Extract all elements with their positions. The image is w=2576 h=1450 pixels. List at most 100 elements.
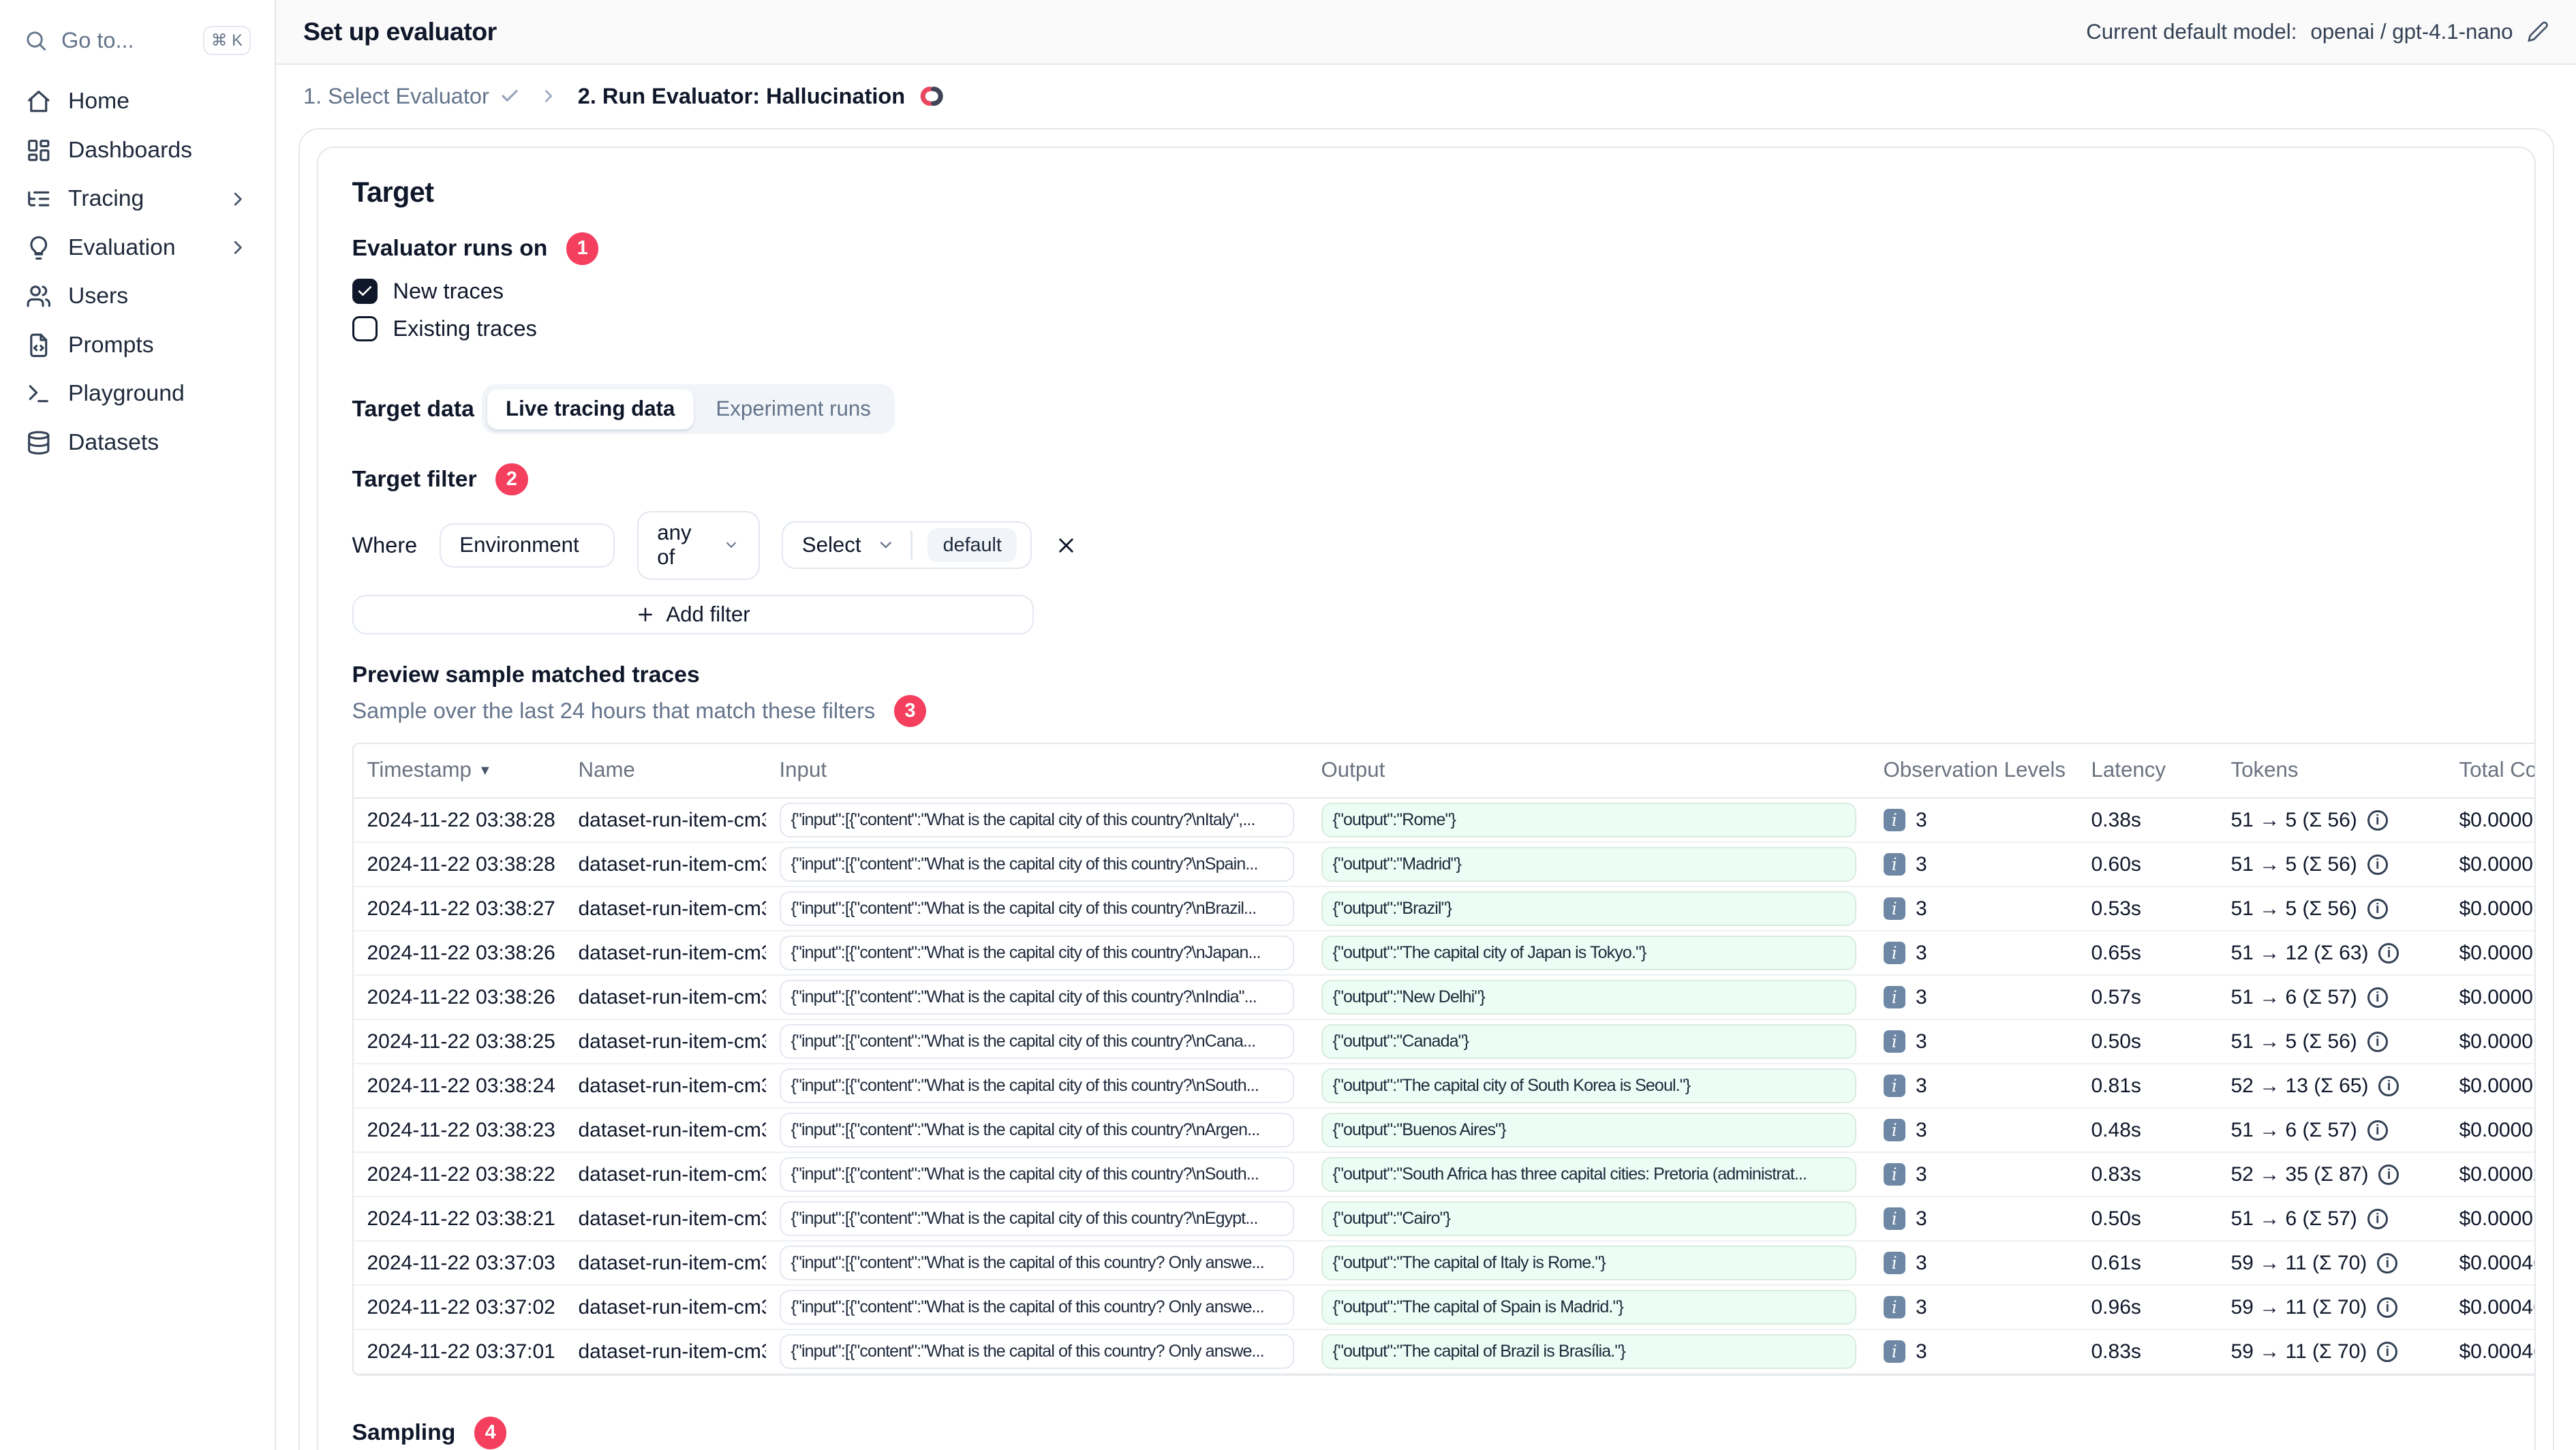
info-emoji-icon: i (1883, 1119, 1905, 1141)
filter-column-select[interactable]: Environment (439, 523, 615, 568)
cell-observation-levels: 3 (1916, 1030, 1927, 1053)
info-icon: i (2378, 1164, 2399, 1185)
cell-input[interactable]: {"input":[{"content":"What is the capita… (779, 891, 1294, 926)
cell-output[interactable]: {"output":"Canada"} (1321, 1024, 1856, 1059)
default-model-prefix: Current default model: (2086, 19, 2297, 44)
table-row[interactable]: 2024-11-22 03:38:28 dataset-run-item-cm3… (353, 798, 2534, 843)
cell-latency: 0.53s (2077, 886, 2218, 931)
cell-total-cost: $0.000016 (2459, 1074, 2534, 1097)
cell-input[interactable]: {"input":[{"content":"What is the capita… (779, 1246, 1294, 1280)
table-row[interactable]: 2024-11-22 03:38:27 dataset-run-item-cm3… (353, 886, 2534, 931)
default-model-value: openai / gpt-4.1-nano (2310, 19, 2513, 44)
column-header-observation-levels[interactable]: Observation Levels (1869, 743, 2078, 799)
tab-experiment-runs[interactable]: Experiment runs (697, 389, 890, 429)
sidebar-item-home[interactable]: Home (17, 77, 258, 126)
table-row[interactable]: 2024-11-22 03:38:24 dataset-run-item-cm3… (353, 1064, 2534, 1109)
evaluation-icon (26, 235, 52, 261)
cell-timestamp: 2024-11-22 03:38:28 (353, 798, 565, 843)
sidebar-item-dashboards[interactable]: Dashboards (17, 126, 258, 175)
go-to-search[interactable]: Go to... ⌘ K (17, 20, 258, 60)
table-row[interactable]: 2024-11-22 03:38:26 dataset-run-item-cm3… (353, 931, 2534, 976)
column-header-total-cost[interactable]: Total Cost (2445, 743, 2534, 799)
edit-model-pencil-icon[interactable] (2527, 20, 2549, 43)
cell-input[interactable]: {"input":[{"content":"What is the capita… (779, 1201, 1294, 1236)
cell-output[interactable]: {"output":"Cairo"} (1321, 1201, 1856, 1236)
column-header-output[interactable]: Output (1307, 743, 1870, 799)
preview-subtext: Sample over the last 24 hours that match… (352, 698, 876, 723)
sidebar-item-prompts[interactable]: Prompts (17, 321, 258, 370)
checkbox-new-traces[interactable]: New traces (352, 278, 2500, 304)
cell-output[interactable]: {"output":"New Delhi"} (1321, 980, 1856, 1015)
info-emoji-icon: i (1883, 1340, 1905, 1363)
table-row[interactable]: 2024-11-22 03:38:28 dataset-run-item-cm3… (353, 842, 2534, 887)
cell-input[interactable]: {"input":[{"content":"What is the capita… (779, 847, 1294, 882)
main-area: Set up evaluator Current default model: … (276, 0, 2576, 1450)
cell-input[interactable]: {"input":[{"content":"What is the capita… (779, 1024, 1294, 1059)
column-header-input[interactable]: Input (765, 743, 1308, 799)
filter-operator-select[interactable]: any of (637, 510, 760, 580)
cell-output[interactable]: {"output":"The capital of Italy is Rome.… (1321, 1246, 1856, 1280)
info-icon: i (2367, 1031, 2388, 1052)
cell-input[interactable]: {"input":[{"content":"What is the capita… (779, 936, 1294, 970)
cell-input[interactable]: {"input":[{"content":"What is the capita… (779, 1334, 1294, 1369)
cell-tokens: 51 → 12 (Σ 63) (2230, 941, 2369, 964)
cell-output[interactable]: {"output":"Brazil"} (1321, 891, 1856, 926)
table-row[interactable]: 2024-11-22 03:37:01 dataset-run-item-cm3… (353, 1329, 2534, 1374)
dashboards-icon (26, 138, 52, 164)
column-header-timestamp[interactable]: Timestamp ▼ (353, 743, 565, 799)
tab-live-tracing-data[interactable]: Live tracing data (487, 389, 694, 429)
cell-output[interactable]: {"output":"Buenos Aires"} (1321, 1113, 1856, 1147)
cell-output[interactable]: {"output":"The capital of Brazil is Bras… (1321, 1334, 1856, 1369)
sidebar-item-users[interactable]: Users (17, 272, 258, 321)
sidebar-item-evaluation[interactable]: Evaluation (17, 223, 258, 273)
checkbox-existing-traces[interactable]: Existing traces (352, 315, 2500, 341)
checkbox-label: New traces (393, 278, 504, 303)
cell-output[interactable]: {"output":"South Africa has three capita… (1321, 1157, 1856, 1192)
runs-on-label: Evaluator runs on (352, 235, 548, 262)
cell-latency: 0.38s (2077, 798, 2218, 843)
cell-name: dataset-run-item-cm3s4 (564, 975, 766, 1020)
checkbox-checked[interactable] (352, 278, 378, 304)
table-row[interactable]: 2024-11-22 03:38:26 dataset-run-item-cm3… (353, 975, 2534, 1020)
sidebar: Go to... ⌘ K Home Dashboards Tracing Eva… (0, 0, 276, 1450)
column-header-tokens[interactable]: Tokens (2217, 743, 2446, 799)
info-icon: i (2367, 809, 2388, 831)
table-row[interactable]: 2024-11-22 03:38:22 dataset-run-item-cm3… (353, 1152, 2534, 1197)
cell-observation-levels: 3 (1916, 941, 1927, 964)
cell-latency: 0.50s (2077, 1019, 2218, 1064)
cell-output[interactable]: {"output":"The capital of Spain is Madri… (1321, 1290, 1856, 1325)
cell-name: dataset-run-item-cm3s4 (564, 1064, 766, 1109)
sidebar-item-playground[interactable]: Playground (17, 369, 258, 418)
cell-input[interactable]: {"input":[{"content":"What is the capita… (779, 803, 1294, 837)
chevron-right-icon (227, 188, 249, 211)
table-row[interactable]: 2024-11-22 03:37:02 dataset-run-item-cm3… (353, 1285, 2534, 1330)
cell-input[interactable]: {"input":[{"content":"What is the capita… (779, 1290, 1294, 1325)
sidebar-nav: Home Dashboards Tracing Evaluation Users… (17, 77, 258, 467)
cell-input[interactable]: {"input":[{"content":"What is the capita… (779, 980, 1294, 1015)
column-header-name[interactable]: Name (564, 743, 766, 799)
column-header-latency[interactable]: Latency (2077, 743, 2218, 799)
table-row[interactable]: 2024-11-22 03:38:25 dataset-run-item-cm3… (353, 1019, 2534, 1064)
cell-output[interactable]: {"output":"Rome"} (1321, 803, 1856, 837)
table-row[interactable]: 2024-11-22 03:38:23 dataset-run-item-cm3… (353, 1108, 2534, 1153)
breadcrumb-step-select-evaluator[interactable]: 1. Select Evaluator (303, 84, 520, 109)
checkbox-unchecked[interactable] (352, 315, 378, 341)
table-row[interactable]: 2024-11-22 03:37:03 dataset-run-item-cm3… (353, 1241, 2534, 1286)
breadcrumb: 1. Select Evaluator 2. Run Evaluator: Ha… (276, 65, 2576, 128)
add-filter-button[interactable]: Add filter (352, 595, 1034, 634)
cell-output[interactable]: {"output":"The capital city of South Kor… (1321, 1068, 1856, 1103)
cell-input[interactable]: {"input":[{"content":"What is the capita… (779, 1157, 1294, 1192)
cell-observation-levels: 3 (1916, 1162, 1927, 1186)
cell-observation-levels: 3 (1916, 852, 1927, 876)
traces-table-container: Timestamp ▼ Name Input Output Observation Lev… (352, 742, 2534, 1376)
cell-output[interactable]: {"output":"The capital city of Japan is … (1321, 936, 1856, 970)
remove-filter-icon[interactable] (1054, 534, 1078, 557)
sidebar-item-tracing[interactable]: Tracing (17, 174, 258, 223)
cell-timestamp: 2024-11-22 03:38:27 (353, 886, 565, 931)
cell-input[interactable]: {"input":[{"content":"What is the capita… (779, 1068, 1294, 1103)
cell-input[interactable]: {"input":[{"content":"What is the capita… (779, 1113, 1294, 1147)
cell-output[interactable]: {"output":"Madrid"} (1321, 847, 1856, 882)
table-row[interactable]: 2024-11-22 03:38:21 dataset-run-item-cm3… (353, 1197, 2534, 1241)
sidebar-item-datasets[interactable]: Datasets (17, 418, 258, 467)
filter-value-select[interactable]: Select default (782, 521, 1032, 569)
